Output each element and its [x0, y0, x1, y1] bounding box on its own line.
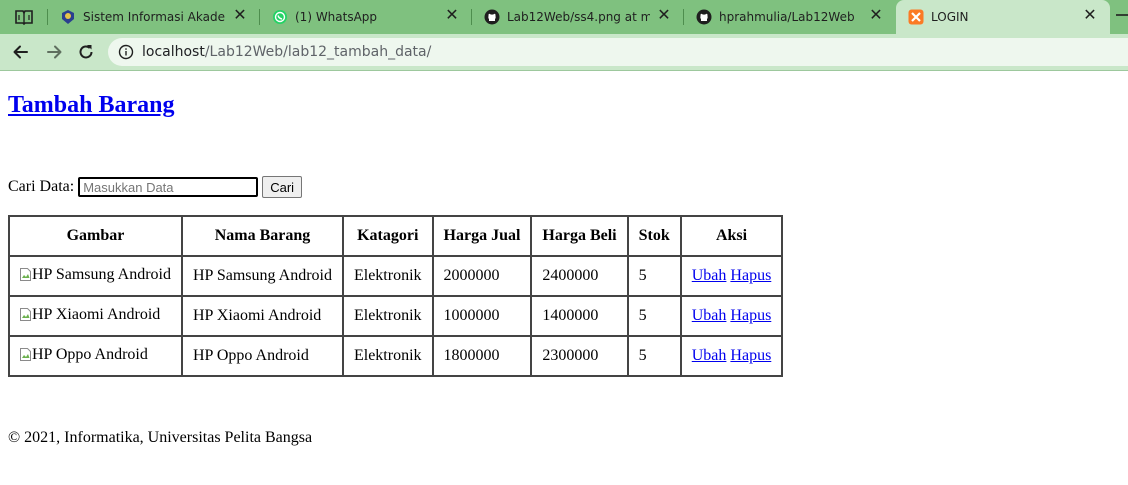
image-alt-text: HP Oppo Android: [32, 345, 148, 363]
table-header-row: Gambar Nama Barang Katagori Harga Jual H…: [9, 216, 783, 256]
cell-stok: 5: [627, 296, 681, 336]
cell-aksi: Ubah Hapus: [680, 336, 783, 376]
tab-sistem-informasi[interactable]: Sistem Informasi Akademik ✕: [48, 0, 260, 34]
broken-image-icon: [20, 268, 31, 282]
product-image: HP Oppo Android: [20, 346, 148, 364]
broken-image-icon: [20, 308, 31, 322]
search-button[interactable]: Cari: [262, 176, 303, 198]
cell-harga-jual: 2000000: [432, 256, 532, 296]
back-arrow-icon[interactable]: [11, 42, 31, 62]
broken-image-icon: [20, 348, 31, 362]
image-alt-text: HP Xiaomi Android: [32, 305, 161, 323]
cell-harga-beli: 2300000: [531, 336, 628, 376]
cell-harga-beli: 1400000: [531, 296, 628, 336]
product-image: HP Samsung Android: [20, 266, 171, 284]
close-icon[interactable]: ✕: [1082, 7, 1098, 23]
column-header-nama: Nama Barang: [181, 216, 343, 256]
cell-stok: 5: [627, 256, 681, 296]
close-icon[interactable]: ✕: [656, 7, 672, 23]
search-label: Cari Data:: [8, 178, 75, 195]
cell-nama: HP Oppo Android: [181, 336, 343, 376]
url-host: localhost: [142, 44, 205, 60]
cell-kategori: Elektronik: [342, 296, 433, 336]
tab-title: Lab12Web/ss4.png at main: [507, 10, 650, 24]
cell-kategori: Elektronik: [342, 336, 433, 376]
cell-gambar: HP Samsung Android: [9, 256, 182, 296]
github-icon: [484, 9, 500, 25]
ubah-link[interactable]: Ubah: [692, 307, 727, 324]
cell-aksi: Ubah Hapus: [680, 296, 783, 336]
tab-title: hprahmulia/Lab12Web: [719, 10, 855, 24]
column-header-aksi: Aksi: [680, 216, 783, 256]
image-alt-text: HP Samsung Android: [32, 265, 171, 283]
reading-list-icon[interactable]: [14, 8, 34, 26]
tab-github-ss4[interactable]: Lab12Web/ss4.png at main ✕: [472, 0, 684, 34]
tab-login[interactable]: LOGIN ✕: [896, 0, 1110, 34]
whatsapp-icon: [272, 9, 288, 25]
tab-github-repo[interactable]: hprahmulia/Lab12Web ✕: [684, 0, 896, 34]
hapus-link[interactable]: Hapus: [730, 347, 771, 364]
xampp-icon: [908, 9, 924, 25]
cell-kategori: Elektronik: [342, 256, 433, 296]
forward-arrow-icon[interactable]: [44, 42, 64, 62]
hapus-link[interactable]: Hapus: [730, 307, 771, 324]
info-icon[interactable]: [118, 44, 134, 60]
ubah-link[interactable]: Ubah: [692, 267, 727, 284]
page-title: Tambah Barang: [8, 91, 1120, 120]
campus-logo-icon: [60, 9, 76, 25]
tab-whatsapp[interactable]: (1) WhatsApp ✕: [260, 0, 472, 34]
cell-nama: HP Samsung Android: [181, 256, 343, 296]
close-icon[interactable]: ✕: [232, 7, 248, 23]
tab-title: Sistem Informasi Akademik: [83, 10, 226, 24]
tab-title: (1) WhatsApp: [295, 10, 378, 24]
close-icon[interactable]: ✕: [444, 7, 460, 23]
cell-gambar: HP Xiaomi Android: [9, 296, 182, 336]
github-icon: [696, 9, 712, 25]
table-row: HP Samsung Android HP Samsung Android El…: [9, 256, 783, 296]
page-content: Tambah Barang Cari Data: Cari Gambar Nam…: [0, 91, 1128, 447]
url-path: /Lab12Web/lab12_tambah_data/: [204, 44, 432, 60]
product-image: HP Xiaomi Android: [20, 306, 160, 324]
cell-nama: HP Xiaomi Android: [181, 296, 343, 336]
column-header-gambar: Gambar: [9, 216, 182, 256]
browser-toolbar: localhost/Lab12Web/lab12_tambah_data/: [0, 34, 1128, 71]
minimize-icon[interactable]: [1112, 7, 1128, 23]
tab-title: LOGIN: [931, 10, 969, 24]
cell-stok: 5: [627, 336, 681, 376]
search-form: Cari Data: Cari: [8, 176, 1120, 198]
column-header-harga-jual: Harga Jual: [432, 216, 532, 256]
footer-text: © 2021, Informatika, Universitas Pelita …: [8, 429, 313, 446]
ubah-link[interactable]: Ubah: [692, 347, 727, 364]
cell-harga-jual: 1800000: [432, 336, 532, 376]
url-text: localhost/Lab12Web/lab12_tambah_data/: [142, 44, 431, 60]
cell-gambar: HP Oppo Android: [9, 336, 182, 376]
column-header-kategori: Katagori: [342, 216, 433, 256]
table-row: HP Oppo Android HP Oppo Android Elektron…: [9, 336, 783, 376]
reload-icon[interactable]: [76, 42, 96, 62]
table-row: HP Xiaomi Android HP Xiaomi Android Elek…: [9, 296, 783, 336]
cell-aksi: Ubah Hapus: [680, 256, 783, 296]
column-header-harga-beli: Harga Beli: [531, 216, 628, 256]
tab-strip: Sistem Informasi Akademik ✕ (1) WhatsApp…: [0, 0, 1128, 34]
cell-harga-beli: 2400000: [531, 256, 628, 296]
close-icon[interactable]: ✕: [868, 7, 884, 23]
tambah-barang-link[interactable]: Tambah Barang: [8, 92, 175, 118]
data-table: Gambar Nama Barang Katagori Harga Jual H…: [8, 215, 784, 377]
address-bar[interactable]: localhost/Lab12Web/lab12_tambah_data/: [108, 38, 1128, 66]
hapus-link[interactable]: Hapus: [730, 267, 771, 284]
column-header-stok: Stok: [627, 216, 681, 256]
search-input[interactable]: [78, 177, 259, 197]
cell-harga-jual: 1000000: [432, 296, 532, 336]
